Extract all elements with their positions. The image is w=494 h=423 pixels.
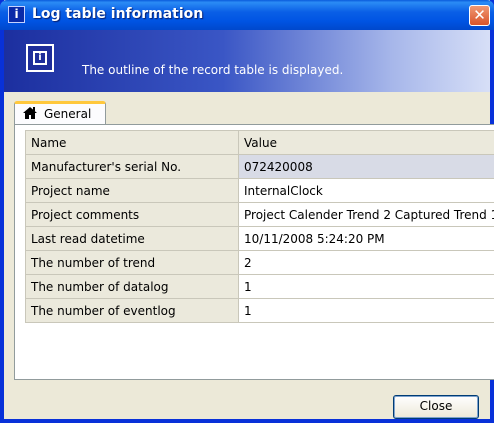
info-box-icon-glyph: i: [33, 51, 47, 65]
header-banner: i The outline of the record table is dis…: [4, 30, 490, 92]
row-value-cell[interactable]: 072420008: [238, 154, 494, 179]
row-name-cell: The number of eventlog: [25, 298, 239, 323]
banner-message: The outline of the record table is displ…: [82, 63, 344, 77]
home-icon: [23, 107, 37, 119]
row-value-cell[interactable]: 2: [238, 250, 494, 275]
row-name-cell: The number of trend: [25, 250, 239, 275]
grid-row[interactable]: The number of eventlog 1: [25, 298, 494, 323]
title-bar[interactable]: i Log table information ✕: [0, 0, 494, 30]
row-name-cell: Manufacturer's serial No.: [25, 154, 239, 179]
info-icon: i: [8, 6, 25, 23]
info-box-icon: i: [26, 44, 54, 72]
window-title: Log table information: [32, 6, 204, 22]
info-grid: Name Value Manufacturer's serial No. 072…: [25, 130, 494, 323]
row-value-cell[interactable]: Project Calender Trend 2 Captured Trend …: [238, 202, 494, 227]
row-value-cell[interactable]: 1: [238, 298, 494, 323]
column-header-name: Name: [25, 130, 239, 155]
grid-row[interactable]: The number of datalog 1: [25, 274, 494, 299]
grid-row[interactable]: Manufacturer's serial No. 072420008: [25, 154, 494, 179]
row-value-cell[interactable]: InternalClock: [238, 178, 494, 203]
button-bar: Close: [4, 380, 490, 419]
close-window-button[interactable]: ✕: [469, 5, 490, 26]
grid-row[interactable]: Project comments Project Calender Trend …: [25, 202, 494, 227]
row-name-cell: Last read datetime: [25, 226, 239, 251]
grid-row[interactable]: Last read datetime 10/11/2008 5:24:20 PM: [25, 226, 494, 251]
row-value-cell[interactable]: 10/11/2008 5:24:20 PM: [238, 226, 494, 251]
column-header-value: Value: [238, 130, 494, 155]
row-name-cell: Project comments: [25, 202, 239, 227]
tab-panel-general: Name Value Manufacturer's serial No. 072…: [14, 124, 494, 380]
tab-general-label: General: [44, 107, 92, 121]
dialog-window: i Log table information ✕ i The outline …: [0, 0, 494, 423]
tab-general[interactable]: General: [14, 101, 106, 125]
row-name-cell: The number of datalog: [25, 274, 239, 299]
row-name-cell: Project name: [25, 178, 239, 203]
grid-header-row: Name Value: [25, 130, 494, 155]
row-value-cell[interactable]: 1: [238, 274, 494, 299]
close-button[interactable]: Close: [393, 395, 479, 419]
grid-row[interactable]: Project name InternalClock: [25, 178, 494, 203]
grid-row[interactable]: The number of trend 2: [25, 250, 494, 275]
